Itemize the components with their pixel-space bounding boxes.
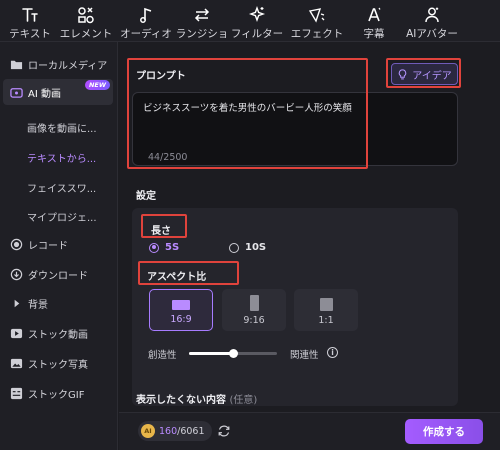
toolbar-subtitle-label: 字幕: [363, 28, 385, 40]
main-panel: プロンプト アイデア ビジネススーツを着た男性のバービー人形の笑顔 44/250…: [119, 42, 500, 412]
sidebar-item-stock-gif[interactable]: ストックGIF: [3, 381, 113, 405]
sidebar-sub-image-to-video[interactable]: 画像を動画に...: [27, 120, 97, 135]
sidebar-item-label: ストック動画: [28, 329, 88, 341]
credits-total: /6061: [177, 425, 205, 437]
sidebar-item-label: レコード: [28, 240, 68, 252]
sidebar-item-local-media[interactable]: ローカルメディア: [3, 52, 113, 76]
aspect-option-label: 1:1: [318, 315, 334, 326]
toolbar-transition-button[interactable]: トランジション: [176, 0, 228, 42]
slider-fill: [189, 352, 233, 355]
elements-icon: [78, 7, 94, 24]
portrait-shape-icon: [249, 295, 259, 311]
sidebar-item-label: ダウンロード: [28, 270, 88, 282]
creativity-slider[interactable]: [189, 349, 277, 358]
effect-icon: [308, 8, 325, 23]
sidebar-sub-my-projects[interactable]: マイプロジェ...: [27, 209, 97, 224]
aspect-option-16-9[interactable]: 16:9: [149, 289, 213, 331]
creativity-label: 創造性: [148, 350, 177, 361]
credits-counter: AI 160/6061: [138, 421, 212, 441]
top-toolbar: テキスト エレメント オーディオ トランジション フィルター エフェクト 字幕 …: [0, 0, 500, 42]
avatar-icon: [425, 7, 439, 23]
folder-icon: [10, 60, 23, 69]
sidebar-sub-text-to-video[interactable]: テキストから...: [27, 150, 96, 165]
square-shape-icon: [319, 298, 333, 311]
toolbar-ai-avatar-label: AIアバター: [406, 28, 458, 40]
sparkle-icon: [248, 5, 266, 23]
length-option-10s[interactable]: 10S: [229, 242, 266, 253]
bottom-bar: AI 160/6061 作成する: [119, 412, 500, 450]
length-option-5s[interactable]: 5S: [149, 242, 179, 253]
record-icon: [10, 238, 23, 250]
sidebar-item-ai-video[interactable]: AI 動画 NEW: [3, 79, 113, 105]
aspect-ratio-label: アスペクト比: [147, 272, 207, 283]
toolbar-subtitle-button[interactable]: 字幕: [352, 0, 396, 42]
toolbar-elements-label: エレメント: [59, 28, 113, 40]
toolbar-ai-avatar-button[interactable]: AIアバター: [400, 0, 464, 42]
toolbar-filter-label: フィルター: [230, 28, 284, 40]
info-icon[interactable]: i: [327, 347, 338, 358]
ai-credit-icon: AI: [141, 424, 155, 438]
negative-prompt-label: 表示したくない内容 (任意): [136, 391, 257, 406]
new-badge: NEW: [84, 80, 110, 90]
sidebar-item-download[interactable]: ダウンロード: [3, 262, 113, 286]
image-icon: [10, 358, 23, 368]
toolbar-audio-button[interactable]: オーディオ: [116, 0, 176, 42]
ai-video-icon: [10, 87, 23, 98]
sidebar-item-label: AI 動画: [28, 88, 61, 100]
toolbar-effect-button[interactable]: エフェクト: [288, 0, 346, 42]
subtitle-icon: [368, 7, 381, 22]
length-option-label: 10S: [245, 242, 267, 253]
prompt-textarea[interactable]: ビジネススーツを着た男性のバービー人形の笑顔 44/2500: [132, 92, 458, 166]
triangle-right-icon: [14, 299, 20, 307]
sidebar-item-background[interactable]: 背景: [3, 291, 113, 315]
download-icon: [10, 268, 23, 280]
toolbar-elements-button[interactable]: エレメント: [56, 0, 116, 42]
lightbulb-icon: [399, 68, 407, 79]
toolbar-text-button[interactable]: テキスト: [4, 0, 56, 42]
toolbar-text-label: テキスト: [9, 28, 51, 40]
sidebar-item-label: 背景: [28, 299, 48, 311]
prompt-char-counter: 44/2500: [148, 152, 188, 163]
settings-heading: 設定: [136, 191, 156, 202]
sidebar: ローカルメディア AI 動画 NEW 画像を動画に... テキストから... フ…: [0, 42, 118, 450]
play-icon: [10, 328, 23, 338]
toolbar-audio-label: オーディオ: [120, 28, 172, 40]
toolbar-effect-label: エフェクト: [290, 28, 344, 40]
sidebar-item-label: ストックGIF: [28, 389, 85, 401]
idea-button[interactable]: アイデア: [391, 63, 458, 85]
credits-used: 160: [159, 425, 178, 437]
toolbar-filter-button[interactable]: フィルター: [228, 0, 286, 42]
landscape-shape-icon: [172, 300, 190, 310]
relevance-label: 関連性: [290, 350, 319, 361]
idea-button-label: アイデア: [412, 70, 452, 82]
gif-icon: [10, 387, 23, 399]
create-button[interactable]: 作成する: [405, 419, 483, 444]
sidebar-item-stock-video[interactable]: ストック動画: [3, 321, 113, 345]
length-option-label: 5S: [165, 242, 180, 253]
prompt-text: ビジネススーツを着た男性のバービー人形の笑顔: [143, 103, 352, 114]
optional-hint: (任意): [229, 395, 258, 406]
aspect-option-label: 16:9: [170, 314, 192, 325]
refresh-icon[interactable]: [217, 424, 231, 438]
transition-arrows-icon: [194, 8, 210, 22]
slider-knob[interactable]: [228, 349, 238, 358]
prompt-heading: プロンプト: [136, 71, 186, 82]
length-label: 長さ: [151, 226, 171, 237]
radio-dot: [229, 242, 239, 253]
sidebar-sub-face-swap[interactable]: フェイススワ...: [27, 180, 96, 195]
aspect-option-label: 9:16: [243, 315, 265, 326]
negative-label-text: 表示したくない内容: [136, 395, 226, 406]
music-note-icon: [140, 7, 152, 23]
text-icon: [22, 8, 38, 22]
aspect-option-1-1[interactable]: 1:1: [294, 289, 358, 331]
sidebar-item-stock-photo[interactable]: ストック写真: [3, 351, 113, 375]
toolbar-transition-label: トランジション: [176, 28, 228, 40]
radio-dot: [149, 242, 159, 253]
sidebar-item-label: ストック写真: [28, 359, 88, 371]
aspect-option-9-16[interactable]: 9:16: [222, 289, 286, 331]
sidebar-item-label: ローカルメディア: [28, 60, 108, 72]
sidebar-item-record[interactable]: レコード: [3, 232, 113, 256]
